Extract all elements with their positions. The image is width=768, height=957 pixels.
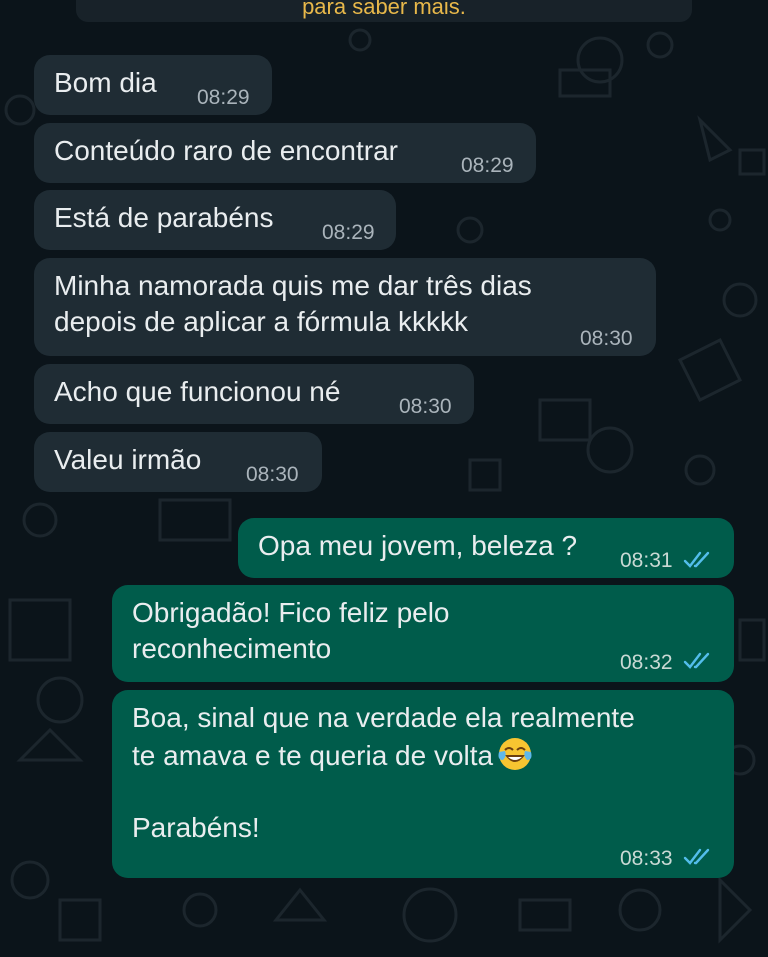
message-bubble-incoming[interactable]: Acho que funcionou né 08:30 (34, 364, 474, 424)
message-text: Obrigadão! Fico feliz pelo reconheciment… (132, 597, 450, 664)
system-notice-banner[interactable]: para saber mais. (76, 0, 692, 22)
message-text: Minha namorada quis me dar três dias dep… (54, 270, 532, 337)
message-time: 08:29 (461, 154, 514, 177)
double-check-read-icon (683, 652, 715, 670)
message-time: 08:30 (580, 327, 633, 350)
message-time: 08:33 (620, 847, 673, 870)
message-time: 08:29 (197, 86, 250, 109)
message-text: Valeu irmão (54, 444, 202, 475)
double-check-read-icon (683, 848, 715, 866)
message-time: 08:30 (399, 395, 452, 418)
message-bubble-outgoing[interactable]: Boa, sinal que na verdade ela realmente … (112, 690, 734, 878)
message-text: Boa, sinal que na verdade ela realmente … (132, 700, 635, 846)
message-text: Acho que funcionou né (54, 376, 341, 407)
message-time: 08:31 (620, 549, 673, 572)
message-bubble-incoming[interactable]: Minha namorada quis me dar três dias dep… (34, 258, 656, 356)
message-text: Conteúdo raro de encontrar (54, 135, 398, 166)
message-text: Opa meu jovem, beleza ? (258, 530, 578, 561)
message-time: 08:32 (620, 651, 673, 674)
message-bubble-incoming[interactable]: Valeu irmão 08:30 (34, 432, 322, 492)
message-bubble-incoming[interactable]: Conteúdo raro de encontrar 08:29 (34, 123, 536, 183)
message-bubble-outgoing[interactable]: Opa meu jovem, beleza ? 08:31 (238, 518, 734, 578)
message-text-part: Boa, sinal que na verdade ela realmente … (132, 702, 635, 771)
message-time: 08:30 (246, 463, 299, 486)
double-check-read-icon (683, 551, 715, 569)
face-with-tears-of-joy-icon (497, 736, 533, 772)
message-time: 08:29 (322, 221, 375, 244)
message-text-part: Parabéns! (132, 812, 260, 843)
system-notice-text: para saber mais. (302, 0, 466, 19)
message-bubble-outgoing[interactable]: Obrigadão! Fico feliz pelo reconheciment… (112, 585, 734, 682)
message-bubble-incoming[interactable]: Bom dia 08:29 (34, 55, 272, 115)
message-bubble-incoming[interactable]: Está de parabéns 08:29 (34, 190, 396, 250)
message-text: Está de parabéns (54, 202, 274, 233)
message-text: Bom dia (54, 67, 157, 98)
